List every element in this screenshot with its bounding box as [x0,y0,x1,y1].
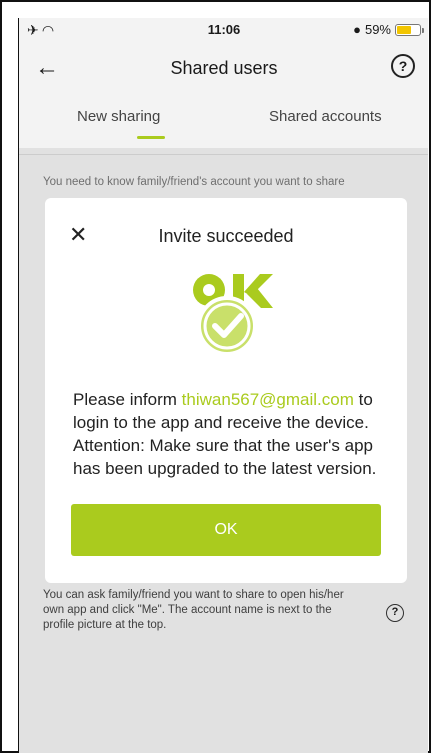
app-screen: ✈ ◠ 11:06 ● 59% ← Shared users ? New sha… [18,18,428,753]
battery-percent: 59% [364,22,391,37]
battery-icon [395,23,424,36]
ok-button[interactable]: OK [71,504,381,556]
ok-success-icon [193,274,273,356]
tab-shared-accounts[interactable]: Shared accounts [269,108,382,125]
tab-bar: New sharing Shared accounts [19,104,428,152]
active-tab-indicator [137,136,165,139]
page-title: Shared users [170,58,278,78]
status-bar: ✈ ◠ 11:06 ● 59% [19,18,428,44]
tab-new-sharing[interactable]: New sharing [77,108,160,125]
battery-indicator: ● 59% [353,22,424,37]
question-circle-icon[interactable]: ? [391,54,415,78]
message-prefix: Please inform [73,390,182,409]
invited-email: thiwan567@gmail.com [181,390,354,409]
invite-success-dialog: ✕ Invite succeeded Please inform thiwan5… [45,198,407,583]
alarm-icon: ● [353,22,361,37]
dialog-title: Invite succeeded [158,226,294,246]
dialog-message: Please inform thiwan567@gmail.com to log… [73,388,383,480]
header: ← Shared users ? [19,48,428,94]
